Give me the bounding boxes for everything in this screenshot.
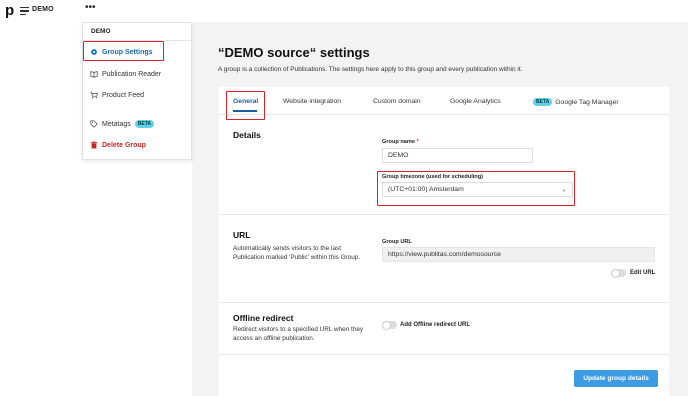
- section-divider: [219, 354, 669, 355]
- group-name-input[interactable]: DEMO: [382, 148, 533, 163]
- toggle-knob: [382, 320, 391, 330]
- offline-redirect-label: Add Offline redirect URL: [400, 322, 471, 328]
- settings-card: General Website integration Custom domai…: [219, 87, 669, 396]
- top-bar: p DEMO •••: [0, 0, 688, 22]
- menu-item-publication-reader[interactable]: Publication Reader: [90, 70, 161, 78]
- book-icon: [90, 70, 98, 78]
- menu-item-delete-group[interactable]: Delete Group: [90, 141, 146, 149]
- group-name-label-text: Group name: [382, 139, 415, 145]
- more-options-icon[interactable]: •••: [85, 2, 96, 13]
- menu-item-label: Product Feed: [102, 91, 145, 99]
- trash-icon: [90, 141, 98, 149]
- edit-url-label: Edit URL: [630, 270, 656, 276]
- toggle-knob: [611, 268, 620, 278]
- update-group-details-button[interactable]: Update group details: [574, 370, 658, 387]
- cart-icon: [90, 91, 98, 99]
- section-divider: [219, 302, 669, 303]
- publitas-logo[interactable]: p: [5, 3, 14, 18]
- highlight-group-settings: [83, 41, 164, 61]
- page-title: “DEMO source“ settings: [218, 45, 370, 60]
- tag-icon: [90, 120, 98, 128]
- tab-label: Custom domain: [373, 98, 421, 105]
- menu-header: DEMO: [91, 28, 111, 35]
- tab-google-tag-manager[interactable]: BETA Google Tag Manager: [533, 98, 619, 106]
- url-description: Automatically sends visitors to the last…: [233, 245, 361, 261]
- tab-google-analytics[interactable]: Google Analytics: [450, 98, 501, 105]
- menu-item-product-feed[interactable]: Product Feed: [90, 91, 144, 99]
- tab-label: Website integration: [283, 98, 342, 105]
- beta-badge: BETA: [134, 120, 155, 128]
- tab-label: Google Analytics: [450, 98, 501, 105]
- highlight-general-tab: [226, 91, 265, 120]
- org-name[interactable]: DEMO: [32, 6, 54, 13]
- beta-badge: BETA: [533, 98, 553, 106]
- menu-item-metatags[interactable]: Metatags BETA: [90, 120, 155, 128]
- group-url-input: https://view.publitas.com/demosource: [382, 247, 655, 262]
- settings-tabs: General Website integration Custom domai…: [219, 87, 669, 115]
- group-url-label: Group URL: [382, 239, 412, 245]
- highlight-timezone: [377, 171, 575, 206]
- offline-redirect-toggle[interactable]: [382, 320, 397, 330]
- tab-label: Google Tag Manager: [555, 98, 619, 106]
- offline-redirect-title: Offline redirect: [233, 313, 294, 323]
- menu-item-label: Metatags: [102, 120, 131, 128]
- tab-custom-domain[interactable]: Custom domain: [373, 98, 421, 105]
- edit-url-toggle[interactable]: [611, 268, 626, 278]
- menu-item-label: Publication Reader: [102, 70, 162, 78]
- section-divider: [219, 214, 669, 215]
- details-title: Details: [233, 130, 261, 140]
- group-name-label: Group name *: [382, 139, 419, 145]
- url-title: URL: [233, 230, 251, 240]
- offline-redirect-description: Redirect visitors to a specified URL whe…: [233, 326, 364, 342]
- tab-website-integration[interactable]: Website integration: [283, 98, 341, 105]
- menu-item-label: Delete Group: [102, 141, 146, 149]
- required-mark: *: [416, 139, 419, 145]
- hamburger-menu-icon[interactable]: [20, 7, 29, 17]
- page-subtitle: A group is a collection of Publications.…: [218, 66, 523, 73]
